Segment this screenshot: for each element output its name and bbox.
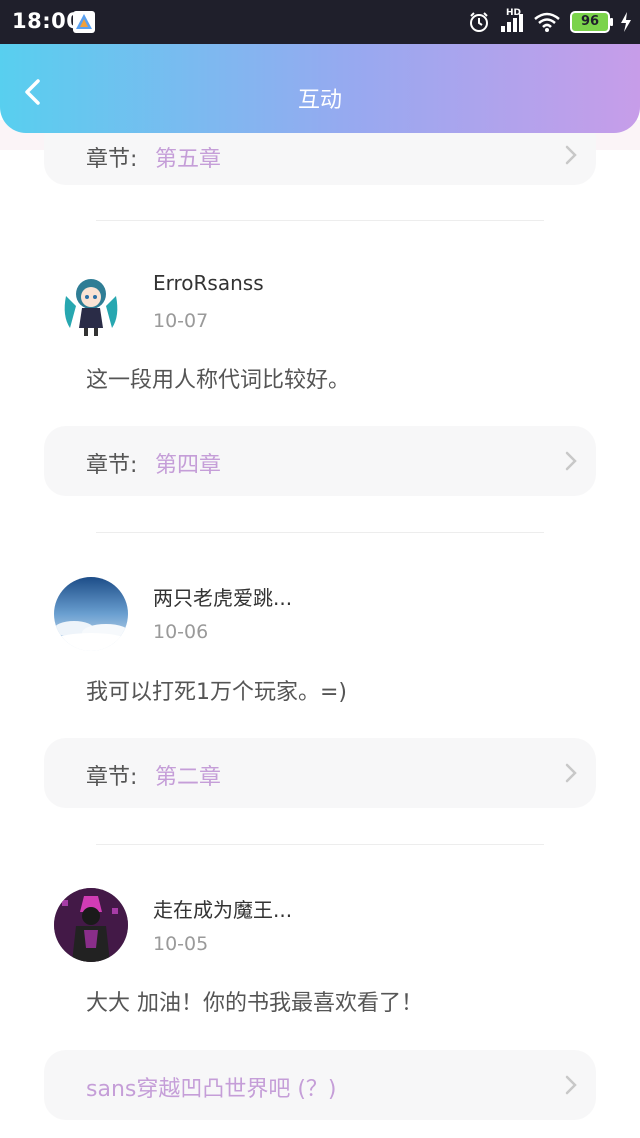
wifi-icon [534, 12, 560, 32]
chapter-link[interactable]: 章节: 第四章 [44, 426, 596, 496]
comment-date: 10-06 [153, 621, 209, 643]
alarm-icon [470, 12, 488, 32]
chapter-name: 第二章 [155, 765, 222, 790]
comment-text: 我可以打死1万个玩家。=) [86, 680, 348, 705]
charging-icon [621, 12, 631, 32]
divider [96, 532, 544, 533]
header-bar: 互动 [0, 44, 640, 133]
username: ErroRsanss [153, 271, 264, 295]
chapter-name: sans穿越凹凸世界吧 (？) [86, 1077, 337, 1102]
battery-indicator: 96 [570, 11, 613, 33]
status-bar: 18:00 HD 96 [0, 0, 640, 44]
status-time: 18:00 [12, 9, 82, 33]
chevron-right-icon [565, 763, 577, 783]
divider [96, 220, 544, 221]
page-title: 互动 [297, 88, 342, 113]
chevron-right-icon [565, 1075, 577, 1095]
chapter-name: 第四章 [155, 453, 222, 478]
app-notification-icon [73, 11, 95, 33]
chevron-right-icon [565, 451, 577, 471]
avatar[interactable] [54, 888, 128, 962]
chapter-link[interactable]: 章节: 第二章 [44, 738, 596, 808]
divider [96, 844, 544, 845]
username: 两只老虎爱跳... [153, 586, 293, 610]
comment-text: 大大 加油！你的书我最喜欢看了！ [86, 991, 423, 1016]
comment-date: 10-05 [153, 933, 209, 955]
chevron-right-icon [565, 145, 577, 165]
comment-text: 这一段用人称代词比较好。 [86, 368, 351, 393]
signal-icon [501, 14, 523, 32]
chapter-label: 章节: [86, 453, 138, 478]
chapter-name: 第五章 [155, 147, 222, 172]
chapter-label: 章节: [86, 147, 138, 172]
chapter-label: 章节: [86, 765, 138, 790]
avatar[interactable] [54, 266, 128, 340]
chapter-link[interactable]: sans穿越凹凸世界吧 (？) [44, 1050, 596, 1120]
comment-date: 10-07 [153, 310, 209, 332]
username: 走在成为魔王... [153, 898, 293, 922]
avatar[interactable] [54, 577, 128, 651]
